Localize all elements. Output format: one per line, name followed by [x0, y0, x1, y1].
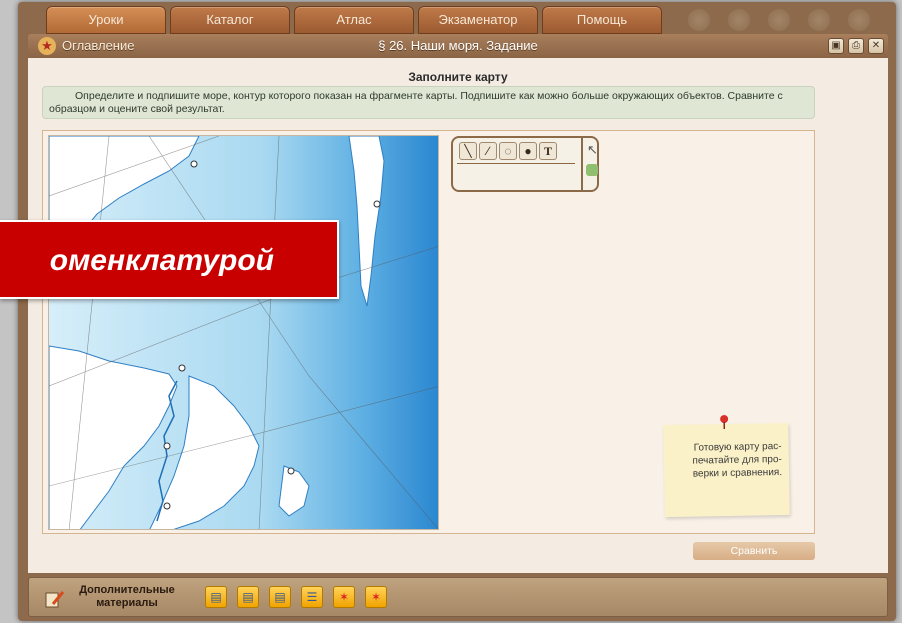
globe-decoration-icon	[808, 9, 830, 31]
star-icon[interactable]: ✶	[333, 586, 355, 608]
tab-lessons[interactable]: Уроки	[46, 6, 166, 34]
bottom-bar: Дополнительные материалы ▤ ▤ ▤ ☰ ✶ ✶	[28, 577, 888, 617]
task-instruction: Определите и подпишите море, контур кото…	[42, 86, 815, 119]
tab-atlas[interactable]: Атлас	[294, 6, 414, 34]
fill-icon[interactable]: ◌	[499, 142, 517, 160]
work-area: ╲ ∕ ◌ ● T ↖ Готовую карту рас-печатайте …	[42, 130, 815, 534]
tab-help[interactable]: Помощь	[542, 6, 662, 34]
note-text: Готовую карту рас-печатайте для про-верк…	[692, 441, 783, 480]
sticky-note: Готовую карту рас-печатайте для про-верк…	[663, 415, 790, 518]
toolbox-divider	[457, 163, 575, 164]
contour-map[interactable]	[48, 135, 439, 530]
overlay-banner: оменклатурой	[0, 220, 339, 299]
text-tool-icon[interactable]: T	[539, 142, 557, 160]
print-icon[interactable]: ⎙	[848, 38, 864, 54]
book-icon[interactable]: ▤	[237, 586, 259, 608]
brush-icon[interactable]: ∕	[479, 142, 497, 160]
drawing-toolbox: ╲ ∕ ◌ ● T ↖	[451, 136, 599, 192]
page-title: § 26. Наши моря. Задание	[378, 38, 538, 53]
side-tools: ↖	[581, 136, 601, 192]
notebook-pencil-icon	[45, 591, 65, 608]
task-title: Заполните карту	[408, 70, 508, 84]
globe-decoration-icon	[848, 9, 870, 31]
globe-decoration-icon	[768, 9, 790, 31]
save-icon[interactable]: ▣	[828, 38, 844, 54]
task-content: Заполните карту Определите и подпишите м…	[28, 58, 888, 573]
pushpin-icon	[720, 415, 729, 430]
program-frame: Уроки Каталог Атлас Экзаменатор Помощь ★…	[18, 2, 896, 621]
star-icon[interactable]: ✶	[365, 586, 387, 608]
tab-examiner[interactable]: Экзаменатор	[418, 6, 538, 34]
book-icon[interactable]: ▤	[269, 586, 291, 608]
book-icon[interactable]: ▤	[205, 586, 227, 608]
main-tabs: Уроки Каталог Атлас Экзаменатор Помощь	[28, 6, 888, 34]
tab-catalog[interactable]: Каталог	[170, 6, 290, 34]
eraser-icon[interactable]	[586, 164, 598, 176]
map-graphic	[49, 136, 438, 529]
banner-text: оменклатурой	[49, 244, 274, 277]
tool-row: ╲ ∕ ◌ ● T	[459, 142, 577, 160]
globe-decoration-icon	[688, 9, 710, 31]
palette-icon[interactable]: ●	[519, 142, 537, 160]
line-icon[interactable]: ╲	[459, 142, 477, 160]
globe-decoration-icon	[728, 9, 750, 31]
app-window: Уроки Каталог Атлас Экзаменатор Помощь ★…	[0, 0, 902, 623]
cursor-icon[interactable]: ↖	[587, 142, 598, 158]
close-icon[interactable]: ✕	[868, 38, 884, 54]
table-icon[interactable]: ☰	[301, 586, 323, 608]
extra-materials-label[interactable]: Дополнительные материалы	[71, 584, 183, 610]
title-bar: ★ Оглавление § 26. Наши моря. Задание ▣ …	[28, 34, 888, 58]
compare-button[interactable]: Сравнить	[693, 542, 815, 560]
